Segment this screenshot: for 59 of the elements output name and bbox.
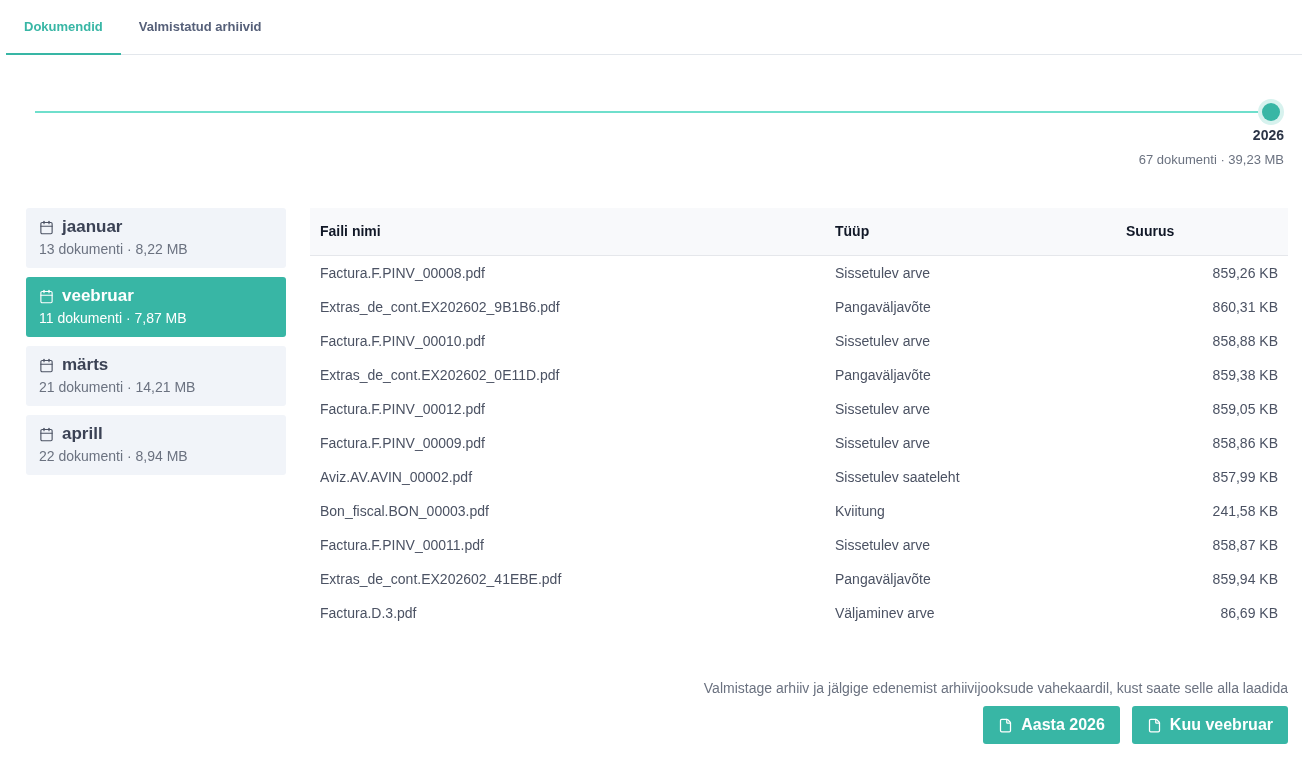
slider-track[interactable]: [35, 99, 1284, 125]
table-cell-text: Väljaminev arve: [834, 603, 936, 623]
table-cell-text: 241,58 KB: [1211, 501, 1279, 521]
slider-thumb[interactable]: [1258, 99, 1284, 125]
archive-hint: Valmistage arhiiv ja jälgige edenemist arhiivijooksude vahekaardil, kust saate selle alla laadida: [703, 679, 1288, 698]
month-summary: 22 dokumenti · 8,94 MB: [39, 447, 189, 466]
table-cell-text: 857,99 KB: [1211, 467, 1279, 487]
column-header: Faili nimi: [319, 222, 382, 241]
table-cell-text: Sissetulev arve: [834, 399, 931, 419]
table-cell-text: Sissetulev arve: [834, 331, 931, 351]
table-cell-text: 858,87 KB: [1211, 535, 1279, 555]
month-name: märts: [62, 354, 109, 376]
table-cell-text: Sissetulev arve: [834, 263, 931, 283]
table-cell-text: Factura.F.PINV_00012.pdf: [319, 399, 486, 419]
calendar-icon: [39, 426, 54, 442]
tab[interactable]: Valmistatud arhiivid: [120, 0, 280, 55]
table-cell-text: Factura.F.PINV_00010.pdf: [319, 331, 486, 351]
table-cell-text: 86,69 KB: [1219, 603, 1279, 623]
month-summary: 11 dokumenti · 7,87 MB: [39, 309, 188, 328]
table-cell-text: 859,94 KB: [1211, 569, 1279, 589]
file-icon: [998, 717, 1014, 733]
table-cell-text: Sissetulev saateleht: [834, 467, 961, 487]
calendar-icon: [39, 357, 54, 373]
table-cell-text: Aviz.AV.AVIN_00002.pdf: [319, 467, 474, 487]
table-cell-text: Extras_de_cont.EX202602_0E11D.pdf: [319, 365, 561, 385]
table-cell-text: Factura.F.PINV_00008.pdf: [319, 263, 486, 283]
month-summary: 13 dokumenti · 8,22 MB: [39, 240, 189, 259]
table-cell-text: 860,31 KB: [1211, 297, 1279, 317]
table-cell-text: Pangaväljavõte: [834, 365, 932, 385]
table-cell-text: Kviitung: [834, 501, 886, 521]
calendar-icon: [39, 219, 54, 235]
month-item[interactable]: jaanuar 13 dokumenti · 8,22 MB: [26, 208, 286, 268]
table-cell-text: 859,26 KB: [1211, 263, 1279, 283]
month-name: aprill: [62, 423, 103, 445]
table-cell-text: Bon_fiscal.BON_00003.pdf: [319, 501, 490, 521]
month-summary: 21 dokumenti · 14,21 MB: [39, 378, 197, 397]
table-cell-text: Extras_de_cont.EX202602_9B1B6.pdf: [319, 297, 561, 317]
table-cell-text: Extras_de_cont.EX202602_41EBE.pdf: [319, 569, 563, 589]
month-item[interactable]: märts 21 dokumenti · 14,21 MB: [26, 346, 286, 406]
month-item[interactable]: aprill 22 dokumenti · 8,94 MB: [26, 415, 286, 475]
table-cell-text: Sissetulev arve: [834, 433, 931, 453]
table-cell-text: Pangaväljavõte: [834, 569, 932, 589]
column-header: Tüüp: [834, 222, 871, 241]
table-cell-text: Factura.D.3.pdf: [319, 603, 418, 623]
table-cell-text: 858,88 KB: [1211, 331, 1279, 351]
table-cell-text: 858,86 KB: [1211, 433, 1279, 453]
month-name: veebruar: [62, 285, 134, 307]
month-name: jaanuar: [62, 216, 123, 238]
year-summary: 67 dokumenti · 39,23 MB: [1138, 151, 1284, 169]
table-cell-text: Pangaväljavõte: [834, 297, 932, 317]
column-header: Suurus: [1125, 222, 1176, 241]
calendar-icon: [39, 288, 54, 304]
table-cell-text: Factura.F.PINV_00011.pdf: [319, 535, 485, 555]
table-cell-text: 859,05 KB: [1211, 399, 1279, 419]
table-cell-text: Sissetulev arve: [834, 535, 931, 555]
year-label: 2026: [1252, 126, 1284, 145]
table-cell-text: Factura.F.PINV_00009.pdf: [319, 433, 486, 453]
table-cell-text: 859,38 KB: [1211, 365, 1279, 385]
file-icon: [1146, 717, 1162, 733]
